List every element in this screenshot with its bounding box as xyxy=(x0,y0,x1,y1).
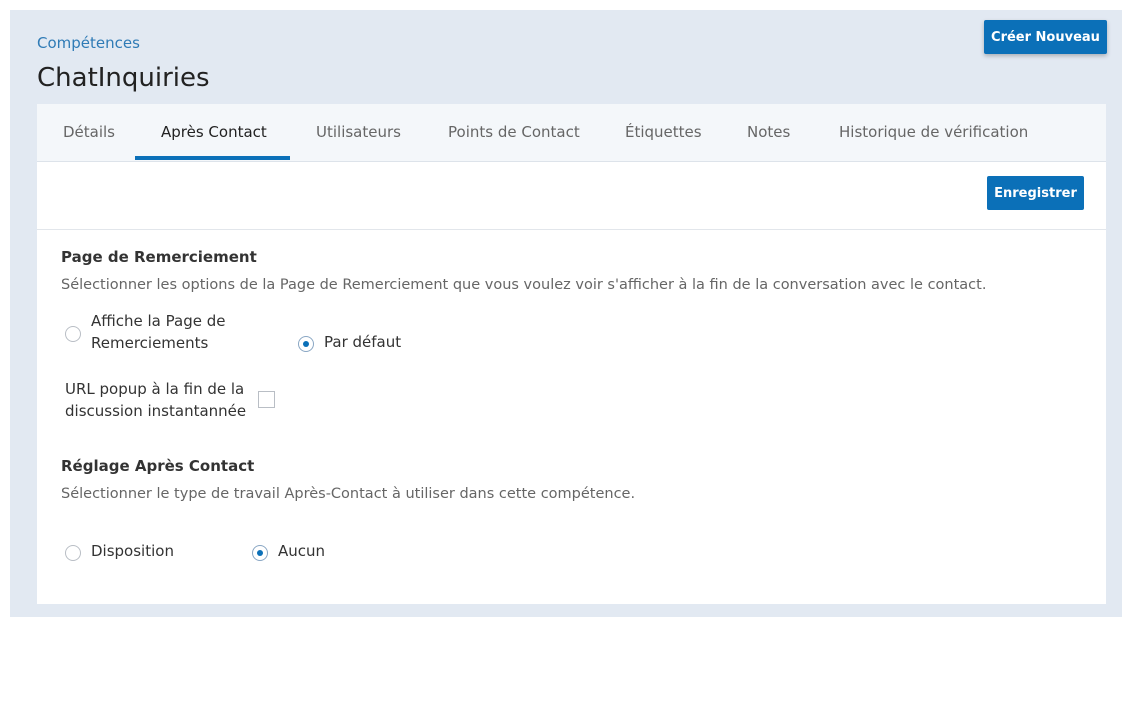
active-tab-indicator xyxy=(135,156,290,160)
tab-tags[interactable]: Étiquettes xyxy=(625,104,702,160)
show-thankyou-page-label[interactable]: Affiche la Page de Remerciements xyxy=(91,310,225,354)
tab-bar: Détails Après Contact Utilisateurs Point… xyxy=(37,104,1106,162)
save-button[interactable]: Enregistrer xyxy=(987,176,1084,210)
tab-details[interactable]: Détails xyxy=(63,104,115,160)
tab-audit-history[interactable]: Historique de vérification xyxy=(839,104,1028,160)
page-title: ChatInquiries xyxy=(37,63,210,93)
disposition-label[interactable]: Disposition xyxy=(91,540,174,562)
create-new-button[interactable]: Créer Nouveau xyxy=(984,20,1107,54)
url-popup-label-line2: discussion instantannée xyxy=(65,402,247,420)
disposition-radio[interactable] xyxy=(65,545,81,561)
after-contact-section-title: Réglage Après Contact xyxy=(61,457,255,475)
url-popup-checkbox[interactable] xyxy=(258,391,275,408)
url-popup-label: URL popup à la fin de la discussion inst… xyxy=(65,378,246,422)
divider xyxy=(37,229,1106,230)
show-thankyou-page-radio[interactable] xyxy=(65,326,81,342)
show-thankyou-page-label-line2: Remerciements xyxy=(91,334,209,352)
tab-contact-points[interactable]: Points de Contact xyxy=(448,104,580,160)
thankyou-section-title: Page de Remerciement xyxy=(61,248,257,266)
after-contact-section-description: Sélectionner le type de travail Après-Co… xyxy=(61,486,636,502)
default-label[interactable]: Par défaut xyxy=(324,331,401,353)
none-radio[interactable] xyxy=(252,545,268,561)
content-card: Détails Après Contact Utilisateurs Point… xyxy=(37,104,1106,604)
tab-after-contact[interactable]: Après Contact xyxy=(161,104,267,160)
page-header-panel: Compétences ChatInquiries Créer Nouveau … xyxy=(10,10,1122,617)
default-radio[interactable] xyxy=(298,336,314,352)
tab-notes[interactable]: Notes xyxy=(747,104,790,160)
url-popup-label-line1: URL popup à la fin de la xyxy=(65,380,245,398)
thankyou-section-description: Sélectionner les options de la Page de R… xyxy=(61,277,987,293)
none-label[interactable]: Aucun xyxy=(278,540,325,562)
tab-users[interactable]: Utilisateurs xyxy=(316,104,401,160)
show-thankyou-page-label-line1: Affiche la Page de xyxy=(91,312,226,330)
breadcrumb[interactable]: Compétences xyxy=(37,34,140,52)
